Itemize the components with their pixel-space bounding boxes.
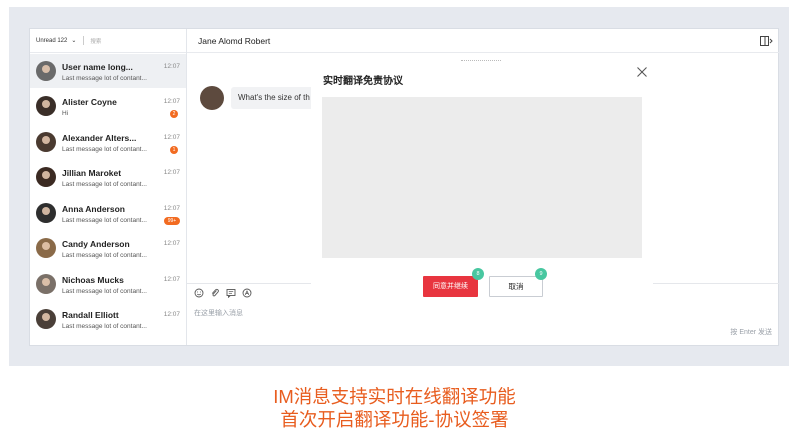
conversation-time: 12:07 [163,311,180,318]
avatar [36,96,56,116]
conversation-time: 12:07 [163,169,180,176]
step-marker: 9 [535,268,547,280]
conversation-name: User name long... [62,62,133,72]
conversation-item[interactable]: Candy Anderson Last message lot of conta… [30,231,186,265]
agree-continue-button[interactable]: 同意并继续 [423,276,478,297]
conversation-time: 12:07 [163,63,180,70]
unread-badge: 2 [170,110,178,118]
avatar [36,61,56,81]
avatar [36,132,56,152]
quick-reply-icon[interactable] [226,288,236,298]
unread-badge: 99+ [164,217,180,225]
caption-line-2: 首次开启翻译功能-协议签署 [280,409,509,430]
conversation-time: 12:07 [163,98,180,105]
conversation-preview: Last message lot of contant... [62,146,147,153]
conversation-item[interactable]: User name long... Last message lot of co… [30,54,186,88]
conversation-name: Alexander Alters... [62,133,137,143]
conversation-preview: Hi [62,110,69,117]
sidebar-header: Unread 122 ⌄ 搜索 [30,29,186,53]
composer-toolbar [194,288,252,298]
conversation-name: Jillian Maroket [62,168,122,178]
avatar [36,274,56,294]
conversation-preview: Last message lot of contant... [62,252,147,259]
chat-header: Jane Alomd Robert [187,29,779,53]
conversation-item[interactable]: Jillian Maroket Last message lot of cont… [30,160,186,194]
conversation-item[interactable]: Nichoas Mucks Last message lot of contan… [30,267,186,301]
avatar [36,309,56,329]
conversation-preview: Last message lot of contant... [62,75,147,82]
translation-disclaimer-dialog: 实时翻译免责协议 同意并继续 取消 8 9 [311,60,653,300]
conversation-item[interactable]: Alister Coyne Hi 12:07 2 [30,89,186,123]
conversation-preview: Last message lot of contant... [62,217,147,224]
conversation-name: Alister Coyne [62,97,117,107]
conversation-name: Candy Anderson [62,239,130,249]
message-bubble: What's the size of th [231,87,314,109]
conversation-preview: Last message lot of contant... [62,323,147,330]
conversation-name: Anna Anderson [62,204,125,214]
dialog-title: 实时翻译免责协议 [323,76,403,87]
side-panel-toggle-icon[interactable] [760,36,773,46]
translate-icon[interactable] [242,288,252,298]
conversation-item[interactable]: Alexander Alters... Last message lot of … [30,125,186,159]
search-input[interactable]: 搜索 [90,37,101,45]
conversation-name: Nichoas Mucks [62,275,124,285]
chevron-down-icon[interactable]: ⌄ [71,37,76,44]
agreement-content [322,97,642,258]
dialog-handle [461,60,501,62]
chat-title: Jane Alomd Robert [198,35,271,46]
conversation-preview: Last message lot of contant... [62,181,147,188]
step-marker: 8 [472,268,484,280]
avatar [36,167,56,187]
conversation-time: 12:07 [163,240,180,247]
conversation-item[interactable]: Anna Anderson Last message lot of contan… [30,196,186,230]
divider [83,36,85,45]
conversation-time: 12:07 [163,134,180,141]
conversation-name: Randall Elliott [62,310,119,320]
avatar [36,203,56,223]
emoji-icon[interactable] [194,288,204,298]
conversation-time: 12:07 [163,276,180,283]
message-input[interactable]: 在这里输入消息 [194,308,243,318]
unread-filter[interactable]: Unread 122 [36,38,67,44]
avatar [36,238,56,258]
cancel-button[interactable]: 取消 [489,276,543,297]
conversation-time: 12:07 [163,205,180,212]
conversation-sidebar: Unread 122 ⌄ 搜索 User name long... Last m… [30,29,187,345]
attachment-icon[interactable] [210,288,220,298]
send-hint: 按 Enter 发送 [730,329,772,336]
close-icon[interactable] [636,66,648,78]
unread-badge: 1 [170,146,178,154]
sender-avatar [200,86,224,110]
conversation-preview: Last message lot of contant... [62,288,147,295]
conversation-item[interactable]: Randall Elliott Last message lot of cont… [30,302,186,336]
